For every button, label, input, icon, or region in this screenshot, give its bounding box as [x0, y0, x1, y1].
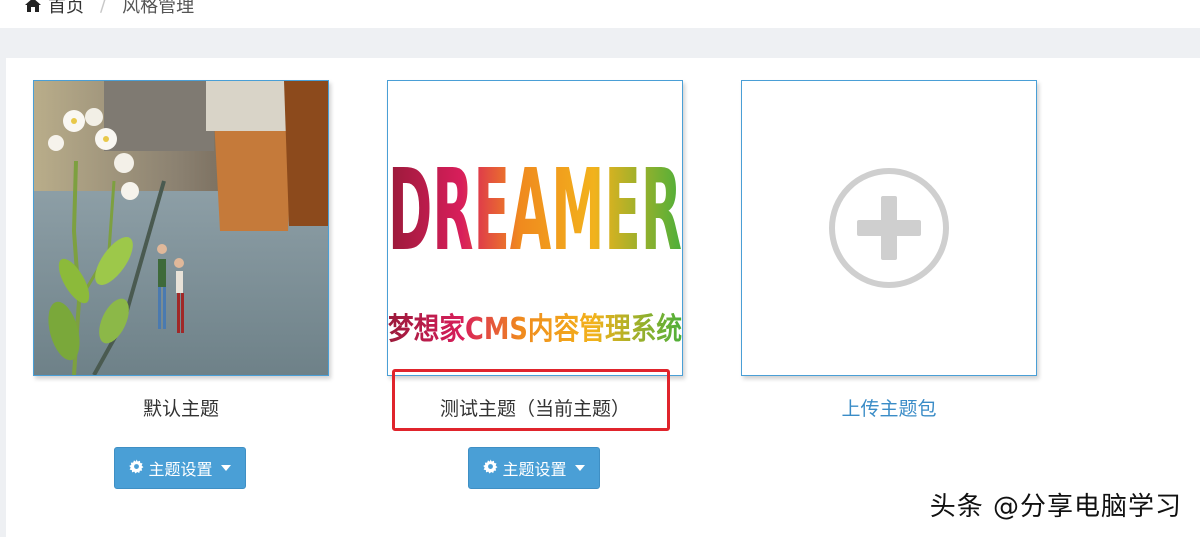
breadcrumb-home-link[interactable]: 首页 — [48, 0, 84, 18]
theme-card-test: DREAMER 梦想家CMS内容管理系统 测试主题（当前主题） 主题设置 — [387, 80, 683, 489]
logo-text: DREAMER — [388, 146, 682, 276]
plus-circle-icon — [829, 168, 949, 288]
default-theme-preview-image — [34, 81, 328, 375]
theme-settings-button-test[interactable]: 主题设置 — [468, 447, 600, 489]
caret-down-icon — [574, 465, 585, 471]
logo-subtitle: 梦想家CMS内容管理系统 — [388, 312, 682, 347]
dreamer-logo-image: DREAMER 梦想家CMS内容管理系统 — [388, 81, 682, 375]
theme-card-default: 默认主题 主题设置 — [33, 80, 329, 489]
theme-thumbnail-default[interactable] — [33, 80, 329, 376]
upload-theme-link[interactable]: 上传主题包 — [741, 394, 1037, 421]
watermark-text: 头条 @分享电脑学习 — [929, 492, 1182, 522]
breadcrumb-bar: 首页 / 风格管理 — [0, 0, 1200, 28]
theme-panel: 默认主题 主题设置 DREAMER 梦想家CMS内容管理系统 测试主题（当前主题… — [6, 58, 1200, 537]
breadcrumb-current: 风格管理 — [122, 0, 195, 17]
caret-down-icon — [220, 465, 231, 471]
theme-thumbnail-test[interactable]: DREAMER 梦想家CMS内容管理系统 — [387, 80, 683, 376]
theme-name-default: 默认主题 — [142, 398, 219, 420]
gear-icon — [129, 458, 144, 478]
upload-theme-tile[interactable] — [741, 80, 1037, 376]
theme-card-upload: 上传主题包 — [741, 80, 1037, 420]
current-theme-highlight — [392, 369, 670, 431]
home-icon[interactable] — [24, 0, 42, 13]
breadcrumb-separator: / — [100, 0, 107, 16]
theme-settings-label: 主题设置 — [148, 460, 213, 479]
theme-settings-label: 主题设置 — [502, 460, 567, 479]
gear-icon — [483, 458, 498, 478]
theme-settings-button-default[interactable]: 主题设置 — [114, 447, 246, 489]
breadcrumb: 首页 / 风格管理 — [24, 0, 194, 18]
